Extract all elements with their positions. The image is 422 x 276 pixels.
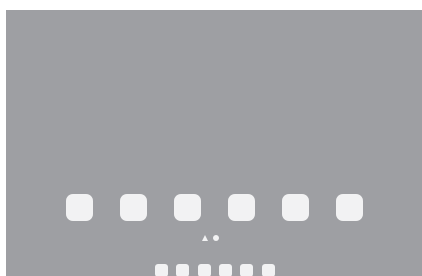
app-icon-5[interactable]: [282, 194, 309, 221]
search-page-icon[interactable]: [202, 235, 208, 241]
app-icon-3[interactable]: [174, 194, 201, 221]
home-screen: [6, 10, 422, 276]
app-icon-4[interactable]: [228, 194, 255, 221]
dock-icon-1[interactable]: [155, 264, 168, 276]
dock-icon-6[interactable]: [262, 264, 275, 276]
dock-icon-3[interactable]: [198, 264, 211, 276]
page-indicator[interactable]: [6, 234, 422, 242]
dock-icon-2[interactable]: [176, 264, 189, 276]
dock: [6, 264, 422, 276]
page-dot-current[interactable]: [213, 235, 219, 241]
dock-icon-5[interactable]: [240, 264, 253, 276]
app-icon-2[interactable]: [120, 194, 147, 221]
app-icon-1[interactable]: [66, 194, 93, 221]
app-icon-6[interactable]: [336, 194, 363, 221]
app-icon-row: [6, 194, 422, 222]
dock-icon-4[interactable]: [219, 264, 232, 276]
